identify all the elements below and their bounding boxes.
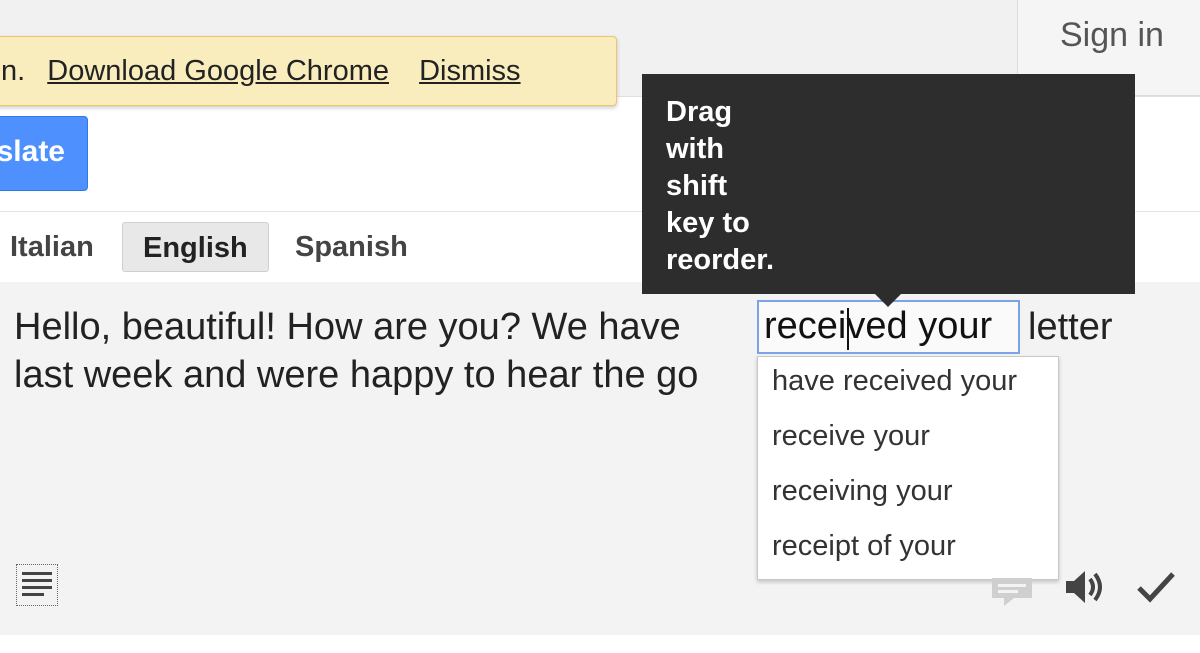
tooltip-arrow bbox=[874, 293, 902, 307]
document-icon[interactable] bbox=[16, 564, 58, 606]
notice-text: n. bbox=[1, 55, 26, 87]
alternatives-dropdown: have received your receive your receivin… bbox=[757, 356, 1059, 580]
tooltip-line: Drag bbox=[666, 96, 733, 128]
source-text-line1: Hello, beautiful! How are you? We have bbox=[14, 306, 681, 348]
reorder-tooltip: Drag with shift key to reorder. bbox=[642, 74, 1135, 294]
comment-icon[interactable] bbox=[990, 576, 1034, 613]
browser-notice-bar: n. Download Google Chrome Dismiss bbox=[0, 36, 617, 106]
tooltip-line: shift bbox=[666, 170, 728, 202]
speaker-icon[interactable] bbox=[1063, 566, 1107, 613]
tooltip-line: key to bbox=[666, 207, 750, 239]
suggestion-item[interactable]: receiving your bbox=[758, 467, 1058, 522]
text-caret bbox=[847, 308, 849, 350]
tooltip-line: reorder. bbox=[666, 244, 774, 276]
selected-phrase[interactable]: received your bbox=[757, 300, 1020, 354]
selected-phrase-text: received your bbox=[764, 305, 993, 347]
tab-spanish[interactable]: Spanish bbox=[275, 222, 428, 272]
suggestion-item[interactable]: have received your bbox=[758, 357, 1058, 412]
tab-english[interactable]: English bbox=[122, 222, 269, 272]
suggestion-item[interactable]: receive your bbox=[758, 412, 1058, 467]
translate-button[interactable]: slate bbox=[0, 116, 88, 191]
check-icon[interactable] bbox=[1135, 566, 1177, 613]
dismiss-link[interactable]: Dismiss bbox=[419, 55, 521, 87]
tab-italian[interactable]: Italian bbox=[0, 222, 114, 272]
tooltip-line: with bbox=[666, 133, 724, 165]
source-text-after-selection: letter bbox=[1028, 306, 1113, 348]
suggestion-item[interactable]: receipt of your bbox=[758, 522, 1058, 577]
download-chrome-link[interactable]: Download Google Chrome bbox=[47, 55, 389, 87]
